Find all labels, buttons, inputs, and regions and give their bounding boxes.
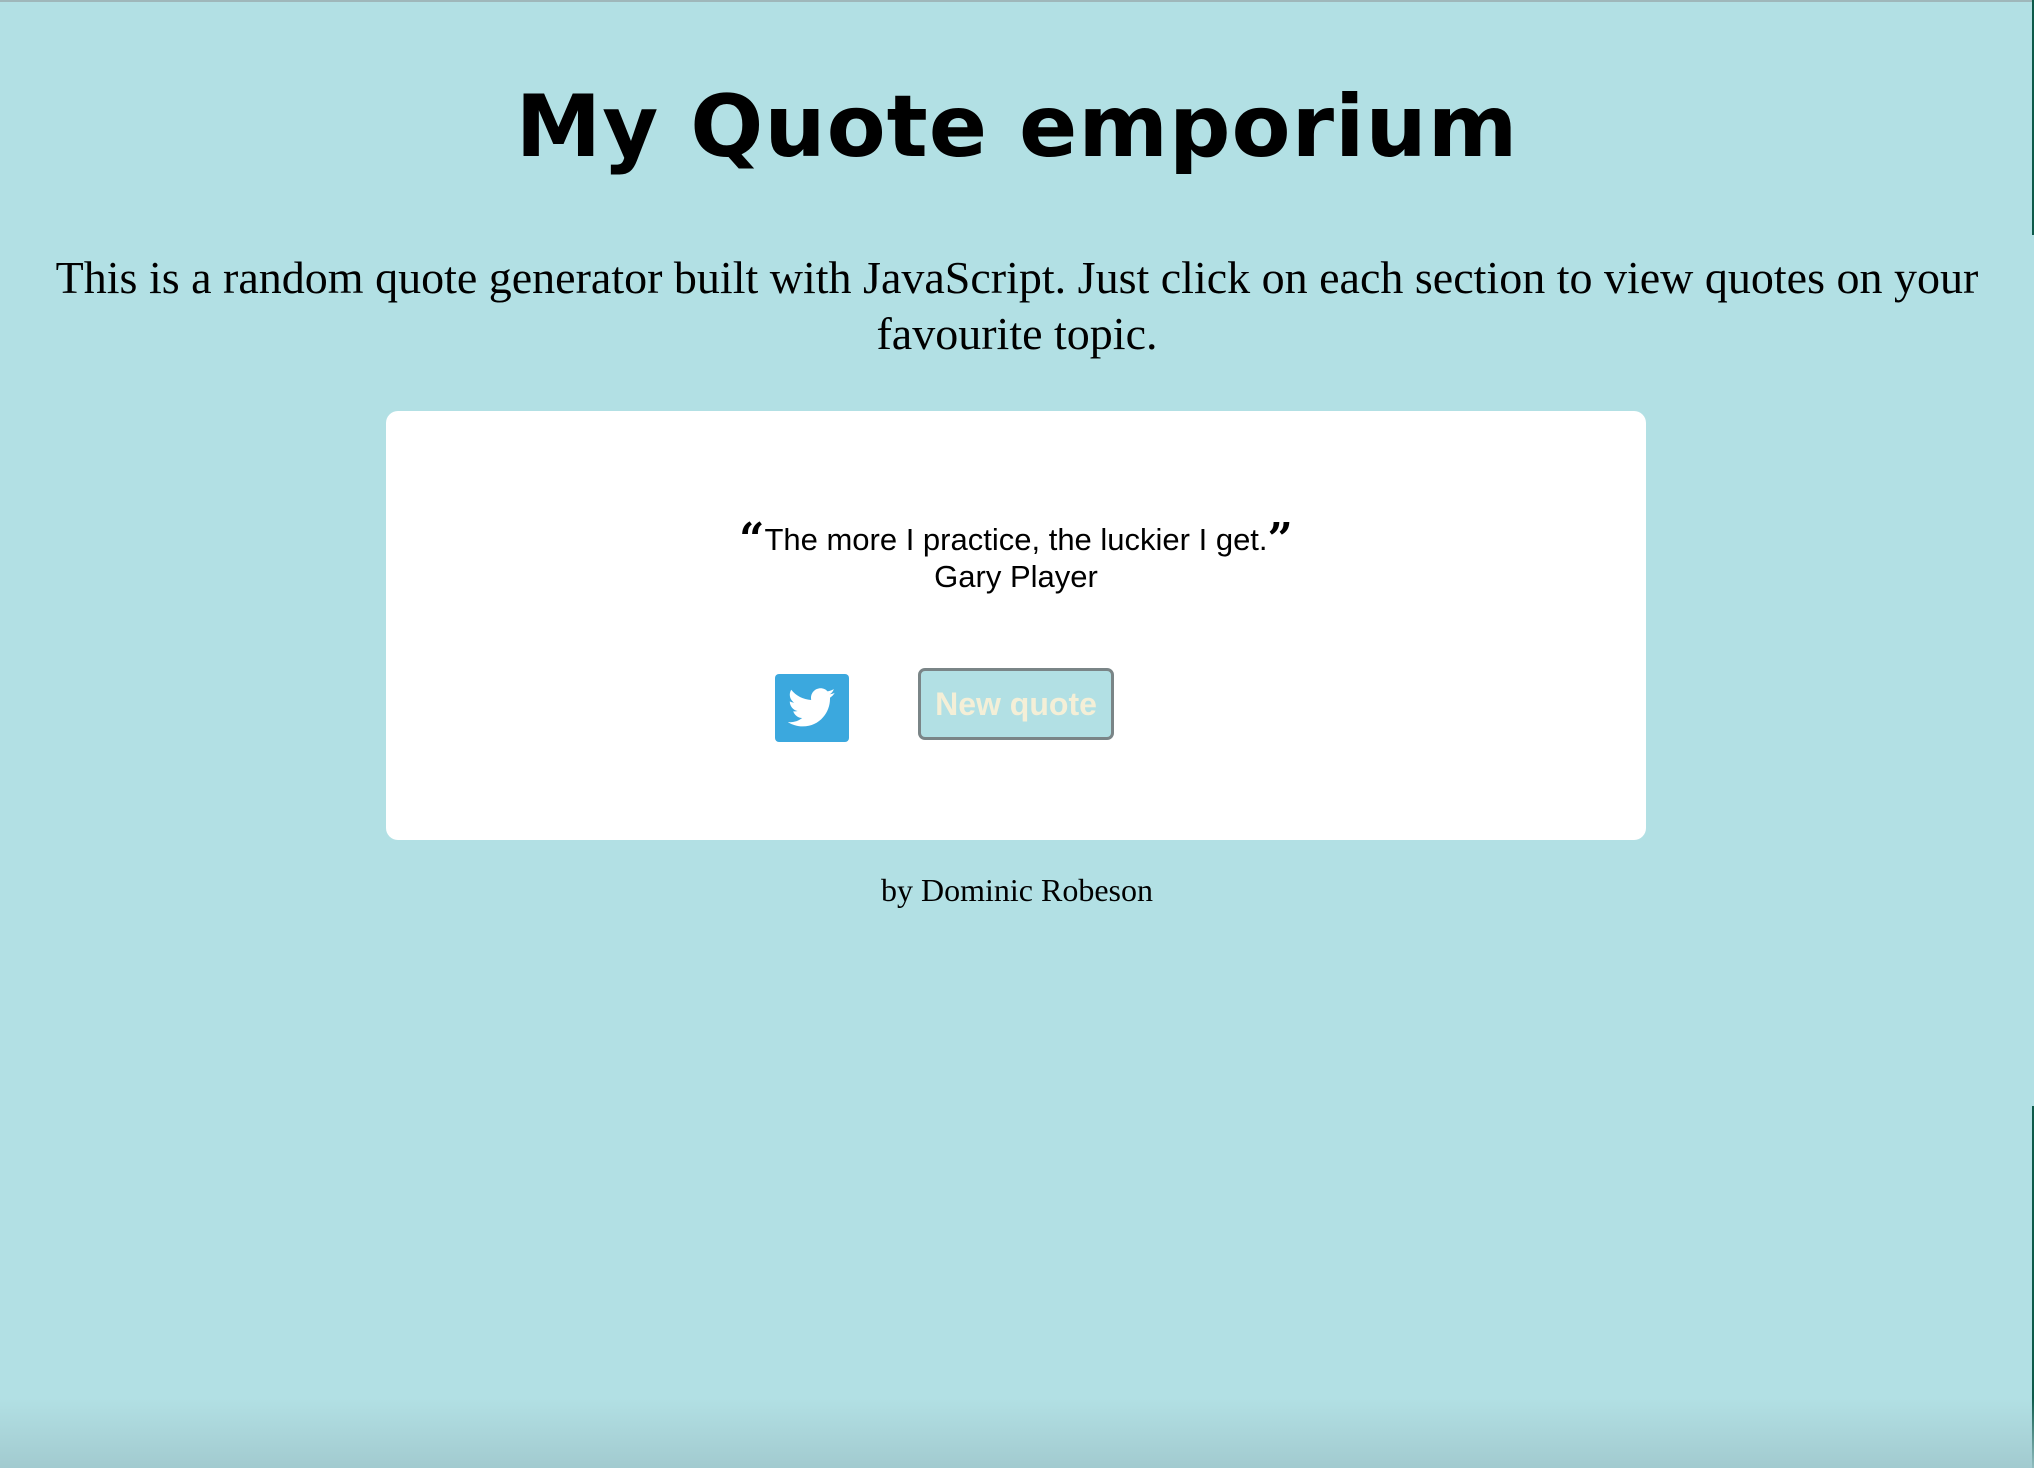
new-quote-button[interactable]: New quote [918, 668, 1114, 740]
quote-text: The more I practice, the luckier I get. [764, 522, 1268, 557]
page-title: My Quote emporium [515, 77, 1519, 177]
twitter-bird-icon [788, 688, 836, 727]
close-quote-icon: ” [1267, 514, 1293, 565]
window-top-edge [0, 0, 2034, 2]
open-quote-icon: “ [739, 514, 765, 565]
quote-card: “The more I practice, the luckier I get.… [386, 411, 1646, 840]
tweet-quote-button[interactable] [775, 674, 849, 742]
quote-block: “The more I practice, the luckier I get.… [386, 518, 1646, 595]
footer-credit: by Dominic Robeson [881, 872, 1153, 908]
intro-text: This is a random quote generator built w… [55, 252, 1979, 359]
quote-line: “The more I practice, the luckier I get.… [386, 518, 1646, 562]
quote-author: Gary Player [934, 559, 1098, 594]
window-bottom-shade [0, 1398, 2034, 1468]
